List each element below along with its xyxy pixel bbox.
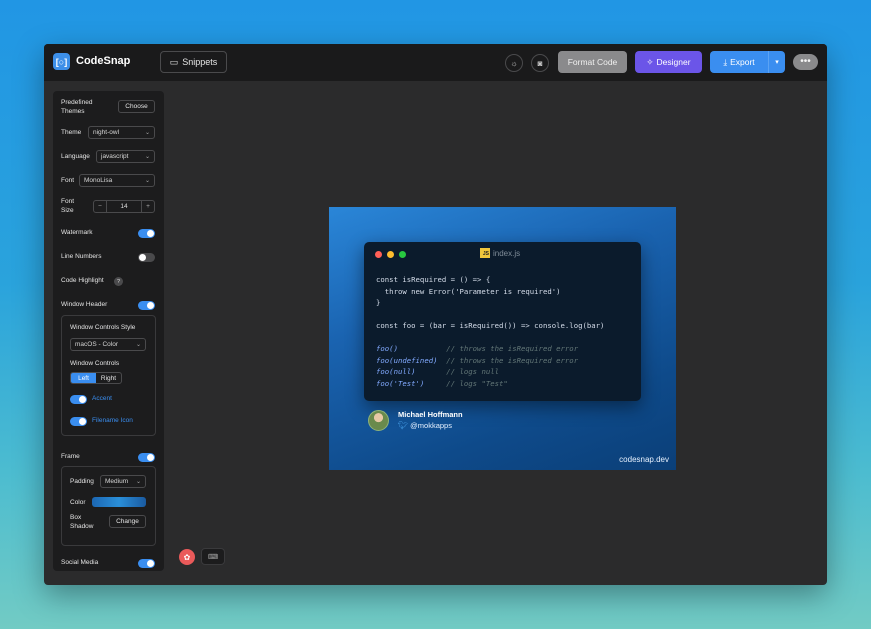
more-options-button[interactable]: ••• [793, 54, 818, 70]
window-controls-style-select[interactable]: macOS - Color ⌄ [70, 338, 146, 351]
code-highlight-label: Code Highlight [61, 277, 104, 284]
choose-theme-button[interactable]: Choose [118, 100, 155, 113]
watermark-label: Watermark [61, 229, 93, 236]
code-line: } [376, 298, 381, 307]
frame-options-group: Padding Medium ⌄ Color Box Shadow Change [61, 466, 156, 546]
export-button[interactable]: ⤓ Export [710, 51, 768, 73]
maximize-dot-icon [399, 251, 406, 258]
window-controls-position-toggle: Left Right [70, 372, 122, 384]
language-select[interactable]: javascript ⌄ [96, 150, 155, 163]
code-line: const foo = (bar = isRequired()) => cons… [376, 321, 605, 330]
window-controls-style-label: Window Controls Style [70, 324, 136, 331]
snippets-button[interactable]: ▭ Snippets [160, 51, 227, 73]
line-numbers-label: Line Numbers [61, 253, 102, 260]
close-dot-icon [375, 251, 382, 258]
export-button-group: ⤓ Export ▾ [710, 51, 785, 73]
language-value: javascript [101, 153, 129, 160]
app-window: [○] CodeSnap ▭ Snippets ☼ ◙ Format Code … [44, 44, 827, 585]
sparkle-icon: ✧ [646, 56, 654, 67]
theme-select[interactable]: night-owl ⌄ [88, 126, 155, 139]
increase-font-size-button[interactable]: + [142, 203, 154, 210]
padding-value: Medium [105, 478, 129, 485]
code-window: JS index.js const isRequired = () => { t… [364, 242, 641, 401]
frame-color-swatch[interactable] [92, 497, 146, 507]
theme-toggle-sun-icon[interactable]: ☼ [505, 54, 523, 72]
code-line: foo(null) // logs null [376, 367, 500, 376]
window-header-label: Window Header [61, 301, 108, 308]
chevron-down-icon: ⌄ [135, 479, 141, 485]
frame-toggle[interactable] [138, 453, 155, 462]
filename-icon-label: Filename Icon [92, 417, 133, 424]
predefined-themes-label: Predefined Themes [61, 99, 93, 115]
change-shadow-button[interactable]: Change [109, 515, 146, 528]
chevron-down-icon: ⌄ [144, 130, 150, 136]
twitter-icon: 🐦︎ [398, 421, 409, 430]
discord-icon[interactable]: ◙ [531, 54, 549, 72]
author-handle-row: 🐦︎ @mokkapps [398, 421, 452, 430]
chevron-down-icon: ⌄ [144, 178, 150, 184]
minimize-dot-icon [387, 251, 394, 258]
line-numbers-toggle[interactable] [138, 253, 155, 262]
app-logo-icon: [○] [53, 53, 70, 70]
export-label: Export [730, 57, 755, 67]
theme-label: Theme [61, 129, 82, 136]
keyboard-shortcuts-icon[interactable]: ⌨ [201, 548, 225, 565]
snippets-label: Snippets [182, 57, 218, 67]
box-shadow-label: Box Shadow [70, 514, 94, 530]
designer-button[interactable]: ✧ Designer [635, 51, 702, 73]
author-handle: @mokkapps [410, 421, 452, 430]
filename-icon-toggle[interactable] [70, 417, 87, 426]
code-line: foo(undefined) // throws the isRequired … [376, 355, 579, 365]
author-name: Michael Hoffmann [398, 410, 463, 419]
language-label: Language [61, 153, 90, 160]
record-settings-icon[interactable]: ✿ [179, 549, 195, 565]
window-header-toggle[interactable] [138, 301, 155, 310]
code-block[interactable]: const isRequired = () => { throw new Err… [376, 274, 604, 389]
avatar [368, 410, 389, 431]
help-icon[interactable]: ? [114, 277, 123, 286]
format-code-button[interactable]: Format Code [558, 51, 627, 73]
app-title: CodeSnap [76, 55, 131, 67]
font-size-stepper: − 14 + [93, 200, 155, 213]
font-size-label: Font Size [61, 198, 75, 214]
file-title: JS index.js [480, 248, 520, 258]
padding-label: Padding [70, 478, 94, 485]
chevron-down-icon: ⌄ [135, 342, 141, 348]
font-size-input[interactable]: 14 [106, 201, 142, 212]
font-value: MonoLisa [84, 177, 113, 184]
theme-value: night-owl [93, 129, 120, 136]
social-media-toggle[interactable] [138, 559, 155, 568]
code-line: throw new Error('Parameter is required') [376, 286, 561, 296]
code-line: foo() // throws the isRequired error [376, 344, 579, 353]
window-header-options-group: Window Controls Style macOS - Color ⌄ Wi… [61, 315, 156, 436]
window-controls-style-value: macOS - Color [75, 341, 118, 348]
chevron-down-icon: ⌄ [144, 154, 150, 160]
accent-label: Accent [92, 395, 112, 402]
snapshot-canvas: JS index.js const isRequired = () => { t… [329, 207, 676, 470]
color-label: Color [70, 499, 86, 506]
settings-sidebar: Predefined Themes Choose Theme night-owl… [53, 91, 164, 571]
padding-select[interactable]: Medium ⌄ [100, 475, 146, 488]
accent-toggle[interactable] [70, 395, 87, 404]
filename: index.js [493, 248, 521, 258]
watermark-toggle[interactable] [138, 229, 155, 238]
export-dropdown-chevron-down-icon[interactable]: ▾ [768, 51, 785, 73]
social-media-label: Social Media [61, 559, 99, 566]
watermark-text: codesnap.dev [619, 455, 669, 464]
decrease-font-size-button[interactable]: − [94, 203, 106, 210]
designer-label: Designer [656, 57, 691, 67]
controls-left-button[interactable]: Left [71, 373, 96, 383]
code-line: foo('Test') // logs "Test" [376, 378, 508, 388]
javascript-file-icon: JS [480, 248, 490, 258]
download-icon: ⤓ [723, 56, 728, 67]
controls-right-button[interactable]: Right [96, 373, 121, 383]
top-bar: [○] CodeSnap ▭ Snippets ☼ ◙ Format Code … [44, 44, 827, 81]
code-line: const isRequired = () => { [376, 275, 491, 284]
font-label: Font [61, 177, 75, 184]
folder-icon: ▭ [169, 56, 179, 67]
frame-label: Frame [61, 453, 80, 460]
window-controls-label: Window Controls [70, 360, 120, 367]
font-select[interactable]: MonoLisa ⌄ [79, 174, 155, 187]
